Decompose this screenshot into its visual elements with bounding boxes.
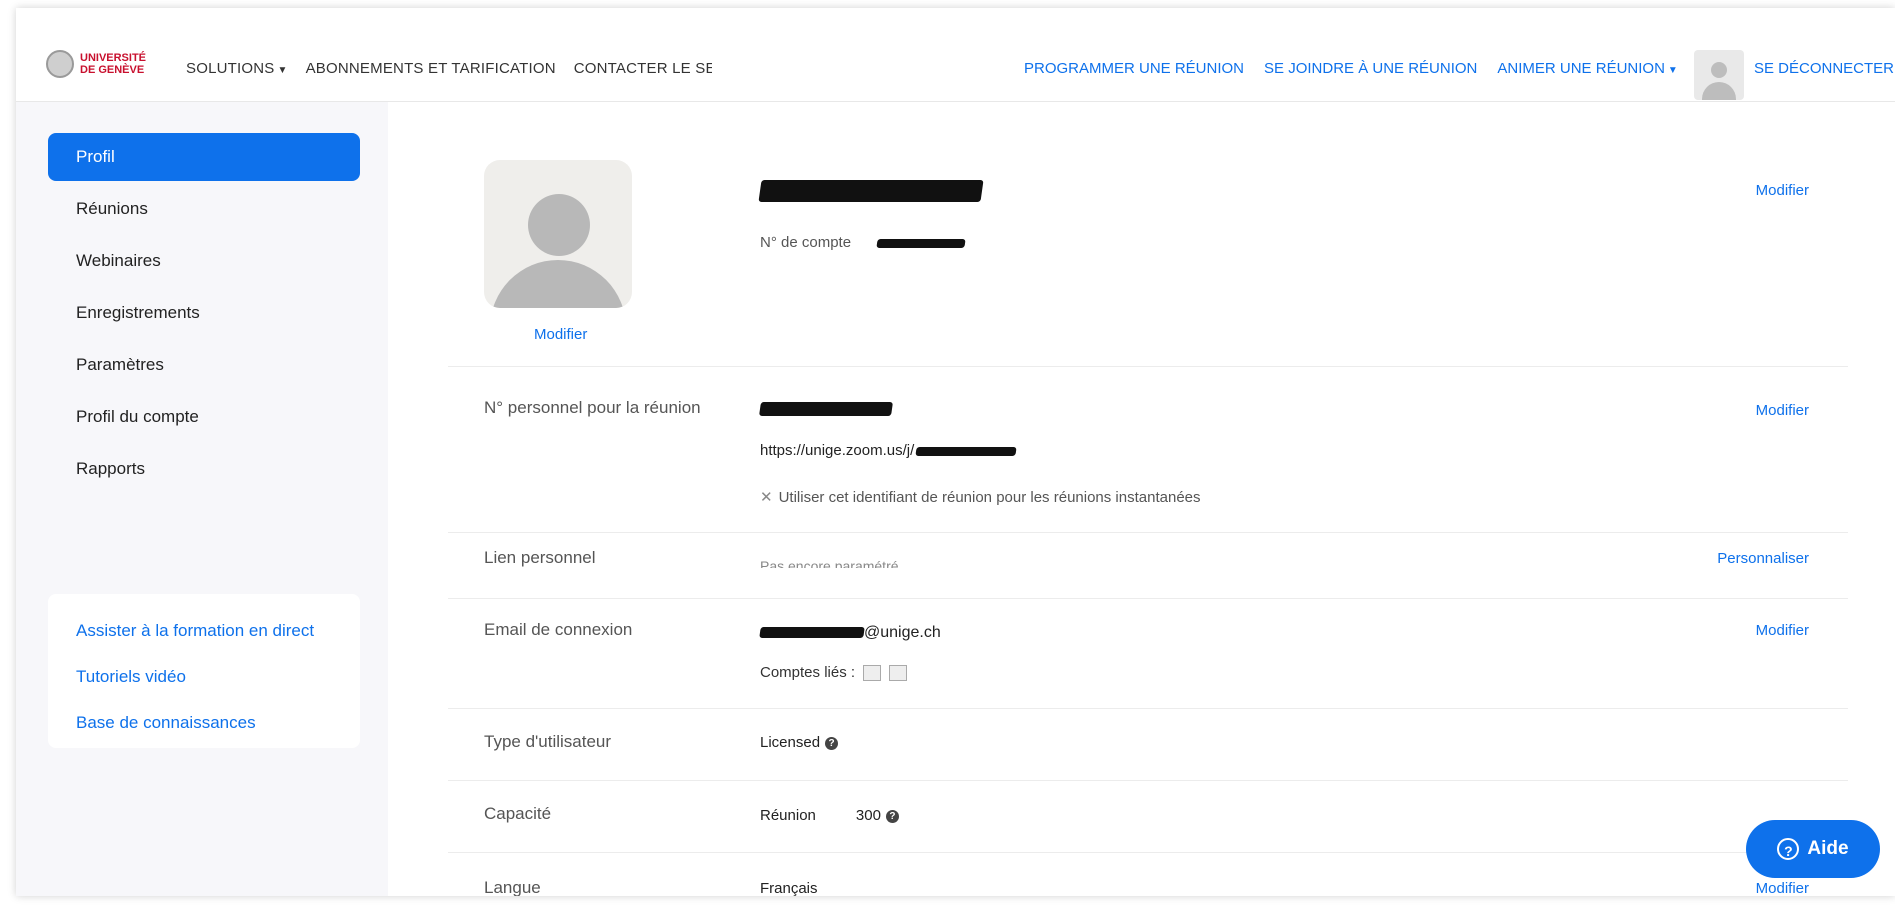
seal-icon bbox=[46, 50, 74, 78]
divider bbox=[448, 366, 1848, 367]
nav-pricing[interactable]: ABONNEMENTS ET TARIFICATION bbox=[306, 60, 556, 77]
language-value: Français bbox=[760, 880, 818, 896]
pmi-instant-option: ✕ Utiliser cet identifiant de réunion pou… bbox=[760, 489, 1201, 506]
sidebar-item-enregistrements[interactable]: Enregistrements bbox=[48, 289, 360, 337]
nav-join-meeting[interactable]: SE JOINDRE À UNE RÉUNION bbox=[1264, 60, 1477, 77]
user-type-value: Licensed? bbox=[760, 734, 839, 751]
redacted-account-number bbox=[876, 238, 966, 248]
sso-account-icon bbox=[889, 664, 908, 681]
question-icon[interactable]: ? bbox=[885, 809, 899, 823]
edit-email-link[interactable]: Modifier bbox=[1756, 622, 1809, 639]
sidebar-item-profil-du-compte[interactable]: Profil du compte bbox=[48, 393, 360, 441]
sidebar: Profil Réunions Webinaires Enregistremen… bbox=[16, 102, 388, 896]
logout-link[interactable]: SE DÉCONNECTER bbox=[1754, 60, 1894, 77]
caret-down-icon: ▼ bbox=[1667, 65, 1678, 76]
app-window: UNIVERSITÉ DE GENÈVE SOLUTIONS ▼ ABONNEME… bbox=[16, 8, 1895, 896]
capacity-label: Capacité bbox=[484, 804, 552, 823]
account-number: N° de compte bbox=[760, 234, 966, 251]
divider bbox=[448, 780, 1848, 781]
language-label: Langue bbox=[484, 878, 541, 896]
help-button[interactable]: ? Aide bbox=[1746, 820, 1880, 878]
edit-name-link[interactable]: Modifier bbox=[1756, 182, 1809, 199]
nav-solutions[interactable]: SOLUTIONS ▼ bbox=[186, 60, 288, 77]
sidebar-item-parametres[interactable]: Paramètres bbox=[48, 341, 360, 389]
live-training-link[interactable]: Assister à la formation en direct bbox=[48, 608, 360, 654]
help-links-box: Assister à la formation en direct Tutori… bbox=[48, 594, 360, 748]
profile-main: Modifier N° de compte Modifier N° person… bbox=[388, 102, 1895, 896]
nav-host-meeting[interactable]: ANIMER UNE RÉUNION ▼ bbox=[1497, 60, 1677, 77]
divider bbox=[448, 852, 1848, 853]
caret-down-icon: ▼ bbox=[277, 65, 288, 76]
nav-right: PROGRAMMER UNE RÉUNION SE JOINDRE À UNE … bbox=[1024, 60, 1678, 77]
sidebar-item-webinaires[interactable]: Webinaires bbox=[48, 237, 360, 285]
close-icon: ✕ bbox=[760, 489, 773, 506]
sidebar-item-reunions[interactable]: Réunions bbox=[48, 185, 360, 233]
profile-picture[interactable] bbox=[484, 160, 632, 308]
logo-line-1: UNIVERSITÉ bbox=[80, 52, 147, 64]
pmi-label: N° personnel pour la réunion bbox=[484, 398, 701, 417]
email-label: Email de connexion bbox=[484, 620, 633, 639]
sidebar-menu: Profil Réunions Webinaires Enregistremen… bbox=[48, 133, 360, 497]
nav-contact-sales[interactable]: CONTACTER LE SERVICE COMMERCIAL bbox=[574, 60, 712, 77]
sidebar-item-profil[interactable]: Profil bbox=[48, 133, 360, 181]
divider bbox=[448, 708, 1848, 709]
question-icon[interactable]: ? bbox=[825, 736, 839, 750]
redacted-pmi bbox=[759, 402, 893, 416]
personal-link-label: Lien personnel bbox=[484, 548, 596, 567]
user-type-label: Type d'utilisateur bbox=[484, 732, 612, 751]
linked-accounts: Comptes liés : bbox=[760, 664, 908, 681]
capacity-value: Réunion 300? bbox=[760, 807, 899, 824]
personal-link-value: Pas encore paramétré bbox=[760, 558, 899, 568]
redacted-email-user bbox=[759, 627, 865, 639]
divider bbox=[448, 532, 1848, 533]
mail-account-icon bbox=[863, 664, 882, 681]
edit-language-link[interactable]: Modifier bbox=[1756, 880, 1809, 896]
nav-schedule-meeting[interactable]: PROGRAMMER UNE RÉUNION bbox=[1024, 60, 1244, 77]
edit-picture-link[interactable]: Modifier bbox=[534, 326, 587, 343]
nav-left: SOLUTIONS ▼ ABONNEMENTS ET TARIFICATION C… bbox=[186, 60, 712, 77]
university-logo[interactable]: UNIVERSITÉ DE GENÈVE bbox=[46, 50, 146, 78]
redacted-name bbox=[758, 180, 984, 202]
customize-link[interactable]: Personnaliser bbox=[1717, 550, 1809, 567]
edit-pmi-link[interactable]: Modifier bbox=[1756, 402, 1809, 419]
knowledge-base-link[interactable]: Base de connaissances bbox=[48, 700, 360, 746]
pmi-url[interactable]: https://unige.zoom.us/j/ bbox=[760, 442, 1017, 459]
divider bbox=[448, 598, 1848, 599]
sidebar-item-rapports[interactable]: Rapports bbox=[48, 445, 360, 493]
help-icon: ? bbox=[1777, 838, 1800, 860]
video-tutorials-link[interactable]: Tutoriels vidéo bbox=[48, 654, 360, 700]
top-nav: UNIVERSITÉ DE GENÈVE SOLUTIONS ▼ ABONNEME… bbox=[16, 8, 1895, 102]
logo-line-2: DE GENÈVE bbox=[80, 64, 145, 76]
sign-in-email: @unige.ch bbox=[759, 624, 941, 642]
user-avatar[interactable] bbox=[1694, 50, 1744, 100]
